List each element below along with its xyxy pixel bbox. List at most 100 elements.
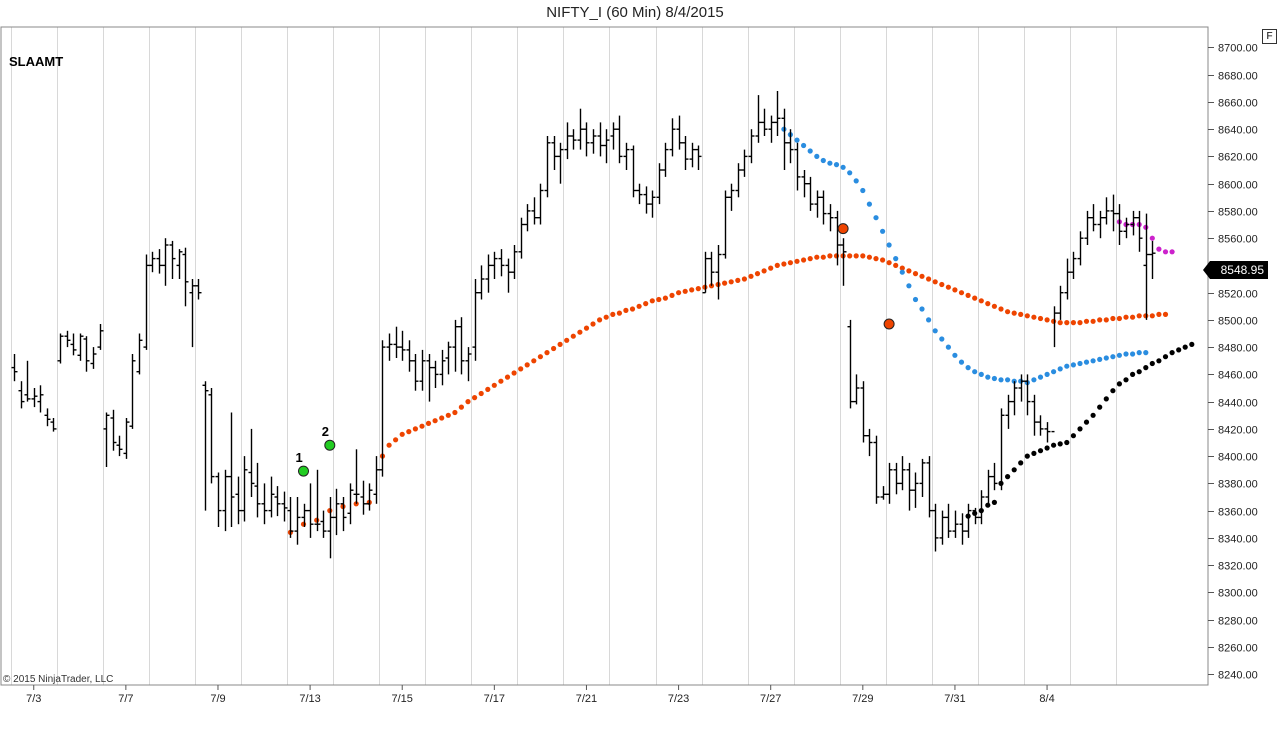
series-dot bbox=[768, 265, 774, 271]
series-dot bbox=[833, 162, 840, 168]
y-tick-label: 8400.00 bbox=[1218, 452, 1258, 464]
series-dot bbox=[1149, 235, 1155, 241]
series-dot bbox=[985, 374, 991, 380]
y-tick-label: 8700.00 bbox=[1218, 43, 1258, 55]
ohlc-bar bbox=[1011, 381, 1018, 416]
y-tick-label: 8340.00 bbox=[1218, 534, 1258, 546]
series-dot bbox=[1169, 350, 1175, 356]
x-tick-label: 7/21 bbox=[576, 693, 597, 705]
series-dot bbox=[820, 254, 826, 260]
series-dot bbox=[886, 242, 892, 248]
series-dot bbox=[965, 365, 971, 371]
series-dot bbox=[1005, 377, 1011, 383]
ohlc-bar bbox=[24, 360, 31, 402]
ohlc-bar bbox=[136, 333, 143, 375]
series-dot bbox=[570, 333, 576, 339]
series-dot bbox=[485, 386, 491, 392]
series-dot bbox=[873, 215, 879, 221]
series-dot bbox=[518, 366, 524, 372]
series-dot bbox=[814, 153, 820, 159]
x-axis: 7/3 7/7 7/9 7/13 7/15 7/17 7/21 7/23 7/27 7/29 7/3… bbox=[26, 685, 1055, 705]
ohlc-bar bbox=[794, 142, 801, 191]
series-dot bbox=[741, 276, 748, 282]
y-axis: 8240.00 8260.00 8280.00 8300.00 8320.00 8340.… bbox=[1208, 43, 1258, 682]
series-dot bbox=[629, 306, 636, 312]
ohlc-bar bbox=[406, 340, 413, 372]
series-dot bbox=[1057, 320, 1063, 326]
series-dot bbox=[728, 279, 734, 285]
ohlc-bar bbox=[432, 360, 439, 388]
ohlc-bar bbox=[893, 462, 900, 495]
series-dot bbox=[991, 303, 998, 309]
series-dot bbox=[853, 178, 859, 184]
ohlc-bar bbox=[524, 204, 531, 232]
series-dot bbox=[1182, 344, 1188, 350]
series-dot bbox=[847, 170, 853, 176]
series-dot bbox=[1097, 404, 1103, 410]
frame-button[interactable]: F bbox=[1262, 29, 1277, 44]
series-dot bbox=[1037, 448, 1044, 454]
signal-label: 2 bbox=[322, 424, 329, 439]
series-dot bbox=[682, 288, 688, 294]
series-dot bbox=[1143, 365, 1149, 371]
series-dot bbox=[1037, 315, 1044, 322]
ohlc-bar bbox=[676, 115, 683, 150]
ohlc-bar bbox=[373, 456, 380, 504]
ohlc-bar bbox=[366, 483, 373, 511]
series-dot bbox=[656, 296, 662, 303]
series-dot bbox=[439, 415, 445, 421]
ohlc-bar bbox=[426, 354, 433, 402]
ohlc-bar bbox=[1064, 258, 1071, 300]
ohlc-bar bbox=[939, 510, 946, 545]
ohlc-bar bbox=[123, 418, 130, 459]
price-chart[interactable]: 1 2 8240.00 8260.00 8280.00 8300.00 8320.00 83… bbox=[0, 0, 1280, 740]
series-dot bbox=[1070, 320, 1076, 326]
x-tick-label: 7/17 bbox=[484, 693, 505, 705]
series-dot bbox=[478, 390, 484, 397]
series-dot bbox=[801, 257, 807, 263]
series-dot bbox=[912, 296, 919, 303]
ohlc-bar bbox=[965, 503, 972, 538]
ohlc-bar bbox=[465, 347, 472, 382]
ohlc-bar bbox=[340, 497, 347, 532]
ohlc-bar bbox=[741, 149, 748, 177]
series-dot bbox=[998, 377, 1004, 383]
ohlc-bar bbox=[505, 258, 512, 293]
ohlc-bar bbox=[149, 251, 156, 273]
series-dot bbox=[919, 306, 925, 312]
series-dot bbox=[1051, 369, 1057, 375]
series-dot bbox=[952, 352, 958, 358]
series-dot bbox=[1136, 350, 1142, 356]
ohlc-bar bbox=[18, 381, 25, 409]
series-dot bbox=[537, 354, 544, 360]
series-dot bbox=[833, 253, 840, 259]
ohlc-bar bbox=[320, 510, 327, 538]
series-dot bbox=[1044, 317, 1050, 323]
ohlc-bar bbox=[189, 279, 196, 348]
ohlc-bar bbox=[603, 129, 610, 164]
y-tick-label: 8500.00 bbox=[1218, 316, 1258, 328]
ohlc-bar bbox=[498, 249, 505, 277]
ohlc-bar bbox=[215, 472, 222, 527]
ohlc-bar bbox=[847, 319, 854, 409]
ohlc-bar bbox=[511, 245, 518, 279]
ohlc-bar bbox=[327, 497, 334, 559]
series-dot bbox=[794, 258, 800, 264]
series-dot bbox=[695, 286, 701, 292]
ohlc-bar bbox=[860, 381, 867, 443]
series-dot bbox=[544, 350, 550, 356]
x-tick-label: 7/29 bbox=[852, 693, 873, 705]
ohlc-bar bbox=[333, 488, 340, 536]
series-dot bbox=[636, 303, 642, 309]
y-tick-label: 8600.00 bbox=[1218, 180, 1258, 192]
ohlc-bar bbox=[268, 476, 275, 518]
series-dot bbox=[1077, 320, 1083, 326]
series-dot bbox=[1070, 362, 1076, 368]
ohlc-bar bbox=[801, 170, 808, 198]
series-dot bbox=[1070, 433, 1076, 439]
series-dot bbox=[1162, 249, 1169, 255]
ohlc-bar bbox=[110, 409, 117, 451]
ohlc-bar bbox=[44, 408, 51, 427]
series-dot bbox=[498, 378, 504, 384]
ohlc-bars bbox=[11, 91, 1156, 559]
